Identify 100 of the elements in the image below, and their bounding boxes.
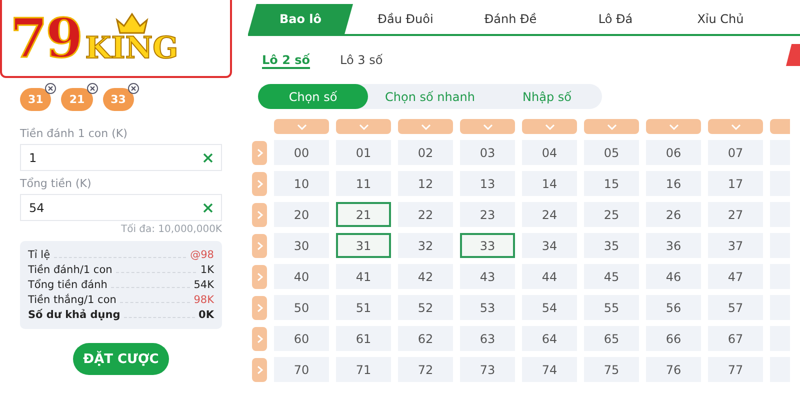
- number-cell[interactable]: 03: [460, 140, 515, 165]
- number-cell[interactable]: 04: [522, 140, 577, 165]
- tab[interactable]: Đánh Đề: [458, 4, 563, 34]
- tab[interactable]: Xỉu Chủ: [668, 4, 773, 34]
- number-cell[interactable]: 10: [274, 171, 329, 196]
- number-cell[interactable]: 13: [460, 171, 515, 196]
- input-field[interactable]: 54: [20, 194, 222, 221]
- number-cell[interactable]: 77: [708, 357, 763, 382]
- number-cell[interactable]: 11: [336, 171, 391, 196]
- input-field[interactable]: 1: [20, 144, 222, 171]
- row-button[interactable]: [252, 264, 267, 288]
- number-cell[interactable]: 51: [336, 295, 391, 320]
- column-button[interactable]: [770, 119, 790, 134]
- subtab[interactable]: Lô 3 số: [340, 53, 383, 69]
- summary-label: Tỉ lệ: [28, 249, 50, 261]
- tab[interactable]: Bao lô: [248, 4, 353, 34]
- number-cell[interactable]: 61: [336, 326, 391, 351]
- number-cell[interactable]: 26: [646, 202, 701, 227]
- number-cell[interactable]: 65: [584, 326, 639, 351]
- number-cell[interactable]: 27: [708, 202, 763, 227]
- number-cell[interactable]: 06: [646, 140, 701, 165]
- subtab[interactable]: Lô 2 số: [262, 53, 310, 69]
- number-cell[interactable]: 12: [398, 171, 453, 196]
- number-cell[interactable]: 62: [398, 326, 453, 351]
- number-cell[interactable]: 00: [274, 140, 329, 165]
- number-cell[interactable]: 34: [522, 233, 577, 258]
- row-button[interactable]: [252, 234, 267, 258]
- number-cell[interactable]: 75: [584, 357, 639, 382]
- number-cell[interactable]: 32: [398, 233, 453, 258]
- column-button[interactable]: [584, 119, 639, 134]
- clear-icon[interactable]: [203, 202, 213, 212]
- number-cell[interactable]: 37: [708, 233, 763, 258]
- number-cell[interactable]: 42: [398, 264, 453, 289]
- number-cell[interactable]: 72: [398, 357, 453, 382]
- number-cell[interactable]: 43: [460, 264, 515, 289]
- column-button[interactable]: [646, 119, 701, 134]
- number-cell[interactable]: 40: [274, 264, 329, 289]
- number-cell[interactable]: 46: [646, 264, 701, 289]
- tab[interactable]: Đầu Đuôi: [353, 4, 458, 34]
- number-cell[interactable]: 64: [522, 326, 577, 351]
- number-cell[interactable]: 36: [646, 233, 701, 258]
- tab[interactable]: Lô Đá: [563, 4, 668, 34]
- column-button[interactable]: [708, 119, 763, 134]
- number-cell[interactable]: 55: [584, 295, 639, 320]
- number-cell[interactable]: 23: [460, 202, 515, 227]
- close-icon[interactable]: [86, 83, 98, 94]
- row-button[interactable]: [252, 358, 267, 382]
- number-cell[interactable]: 53: [460, 295, 515, 320]
- chevron-icon: [254, 210, 264, 218]
- number-cell[interactable]: 76: [646, 357, 701, 382]
- number-cell[interactable]: 63: [460, 326, 515, 351]
- close-icon[interactable]: [128, 83, 139, 94]
- number-cell[interactable]: 66: [646, 326, 701, 351]
- number-cell[interactable]: 45: [584, 264, 639, 289]
- number-cell[interactable]: 60: [274, 326, 329, 351]
- clear-icon[interactable]: [203, 152, 213, 162]
- number-cell[interactable]: 02: [398, 140, 453, 165]
- number-cell[interactable]: 22: [398, 202, 453, 227]
- number-cell[interactable]: 57: [708, 295, 763, 320]
- number-cell[interactable]: 15: [584, 171, 639, 196]
- row-button[interactable]: [252, 296, 267, 320]
- number-cell[interactable]: 17: [708, 171, 763, 196]
- number-cell[interactable]: 70: [274, 357, 329, 382]
- chevron-icon: [420, 122, 430, 130]
- chevron-icon: [254, 366, 264, 374]
- number-cell[interactable]: 31: [336, 233, 391, 258]
- row-button[interactable]: [252, 172, 267, 196]
- number-cell[interactable]: 44: [522, 264, 577, 289]
- number-cell[interactable]: 74: [522, 357, 577, 382]
- number-cell[interactable]: 25: [584, 202, 639, 227]
- number-cell[interactable]: 73: [460, 357, 515, 382]
- number-cell[interactable]: 30: [274, 233, 329, 258]
- close-icon[interactable]: [45, 83, 56, 94]
- number-cell[interactable]: 35: [584, 233, 639, 258]
- number-cell[interactable]: 05: [584, 140, 639, 165]
- number-cell[interactable]: 71: [336, 357, 391, 382]
- number-cell[interactable]: 67: [708, 326, 763, 351]
- side-tab[interactable]: [786, 44, 800, 66]
- row-button[interactable]: [252, 140, 267, 164]
- number-cell[interactable]: 33: [460, 233, 515, 258]
- column-button[interactable]: [522, 119, 577, 134]
- number-cell[interactable]: 01: [336, 140, 391, 165]
- number-cell[interactable]: 41: [336, 264, 391, 289]
- number-cell[interactable]: 14: [522, 171, 577, 196]
- row-button[interactable]: [252, 326, 267, 350]
- number-cell[interactable]: 21: [336, 202, 391, 227]
- number-cell[interactable]: 56: [646, 295, 701, 320]
- number-cell[interactable]: 07: [708, 140, 763, 165]
- number-cell[interactable]: 16: [646, 171, 701, 196]
- number-cell[interactable]: 24: [522, 202, 577, 227]
- column-button[interactable]: [336, 119, 391, 134]
- number-cell[interactable]: 54: [522, 295, 577, 320]
- number-cell[interactable]: 20: [274, 202, 329, 227]
- column-button[interactable]: [460, 119, 515, 134]
- column-button[interactable]: [274, 119, 329, 134]
- number-cell[interactable]: 52: [398, 295, 453, 320]
- column-button[interactable]: [398, 119, 453, 134]
- number-cell[interactable]: 50: [274, 295, 329, 320]
- number-cell[interactable]: 47: [708, 264, 763, 289]
- row-button[interactable]: [252, 202, 267, 226]
